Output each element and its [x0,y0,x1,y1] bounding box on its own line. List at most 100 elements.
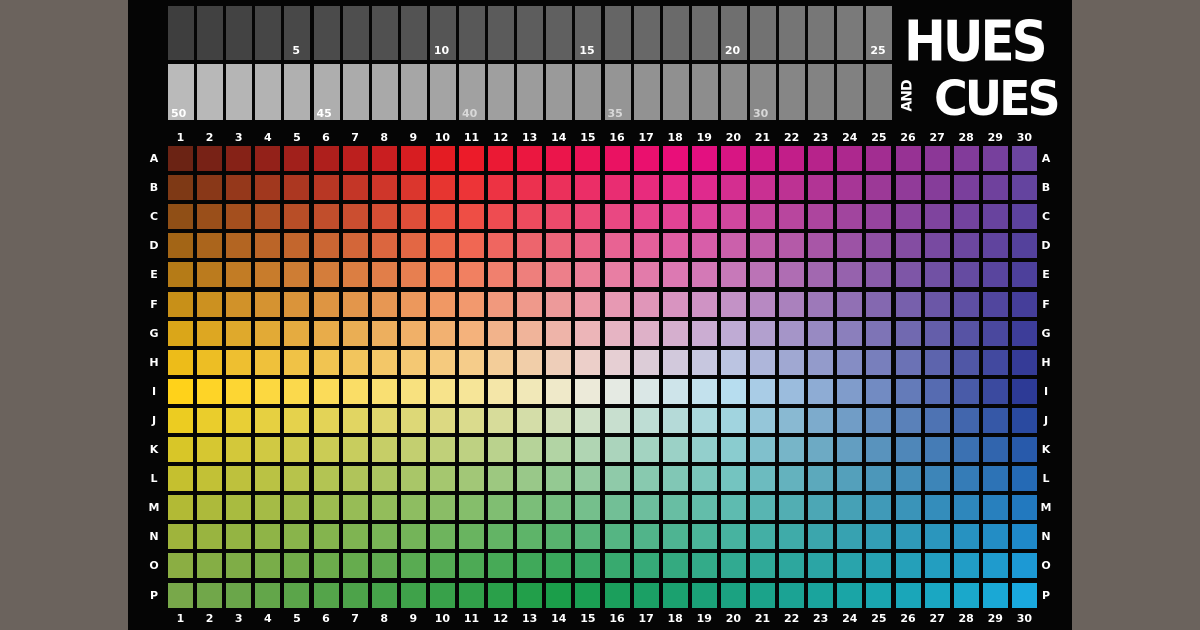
color-cell-I6[interactable] [313,378,339,404]
color-cell-O18[interactable] [662,553,688,579]
color-cell-D4[interactable] [255,233,281,259]
color-cell-H2[interactable] [197,349,223,375]
color-cell-I28[interactable] [953,378,979,404]
color-cell-K8[interactable] [371,437,397,462]
color-cell-J4[interactable] [255,407,281,433]
color-cell-P18[interactable] [662,582,688,608]
color-cell-E9[interactable] [400,262,426,288]
color-cell-J12[interactable] [488,407,514,433]
color-cell-I3[interactable] [226,378,252,404]
color-cell-B3[interactable] [226,175,252,201]
color-cell-P30[interactable] [1011,582,1037,608]
color-cell-M27[interactable] [924,495,950,521]
color-cell-J1[interactable] [168,407,193,433]
color-cell-B23[interactable] [808,175,834,201]
color-cell-E13[interactable] [517,262,543,288]
color-cell-F23[interactable] [808,291,834,317]
color-cell-K4[interactable] [255,437,281,462]
color-cell-A18[interactable] [662,146,688,171]
color-cell-N28[interactable] [953,524,979,550]
color-cell-O20[interactable] [720,553,746,579]
color-cell-E3[interactable] [226,262,252,288]
color-cell-K7[interactable] [342,437,368,462]
color-cell-H4[interactable] [255,349,281,375]
color-cell-C30[interactable] [1011,204,1037,230]
color-cell-L2[interactable] [197,466,223,492]
color-cell-L13[interactable] [517,466,543,492]
color-cell-E29[interactable] [982,262,1008,288]
color-cell-O27[interactable] [924,553,950,579]
color-cell-C3[interactable] [226,204,252,230]
color-cell-D24[interactable] [837,233,863,259]
color-cell-K1[interactable] [168,437,193,462]
color-cell-N16[interactable] [604,524,630,550]
color-cell-N14[interactable] [546,524,572,550]
color-cell-J7[interactable] [342,407,368,433]
color-cell-E27[interactable] [924,262,950,288]
color-cell-A26[interactable] [895,146,921,171]
color-cell-I20[interactable] [720,378,746,404]
color-cell-E24[interactable] [837,262,863,288]
color-cell-L11[interactable] [459,466,484,492]
color-cell-A1[interactable] [168,146,193,171]
color-cell-E21[interactable] [750,262,775,288]
color-cell-M7[interactable] [342,495,368,521]
color-cell-B20[interactable] [720,175,746,201]
color-cell-F26[interactable] [895,291,921,317]
color-cell-M14[interactable] [546,495,572,521]
color-cell-D3[interactable] [226,233,252,259]
color-cell-C16[interactable] [604,204,630,230]
color-cell-D13[interactable] [517,233,543,259]
color-cell-O11[interactable] [459,553,484,579]
color-cell-C24[interactable] [837,204,863,230]
color-cell-B8[interactable] [371,175,397,201]
color-cell-M11[interactable] [459,495,484,521]
color-cell-H18[interactable] [662,349,688,375]
color-cell-F10[interactable] [429,291,455,317]
color-cell-P27[interactable] [924,582,950,608]
color-cell-I19[interactable] [691,378,717,404]
color-cell-M20[interactable] [720,495,746,521]
color-cell-A17[interactable] [633,146,659,171]
color-cell-G14[interactable] [546,320,572,346]
color-cell-O25[interactable] [866,553,892,579]
color-cell-O24[interactable] [837,553,863,579]
color-cell-G24[interactable] [837,320,863,346]
color-cell-G25[interactable] [866,320,892,346]
color-cell-C6[interactable] [313,204,339,230]
color-cell-H27[interactable] [924,349,950,375]
color-cell-G4[interactable] [255,320,281,346]
color-cell-L6[interactable] [313,466,339,492]
color-cell-A27[interactable] [924,146,950,171]
color-cell-I21[interactable] [750,378,775,404]
color-cell-O17[interactable] [633,553,659,579]
color-cell-D1[interactable] [168,233,193,259]
color-cell-N17[interactable] [633,524,659,550]
color-cell-M26[interactable] [895,495,921,521]
color-cell-A24[interactable] [837,146,863,171]
color-cell-D8[interactable] [371,233,397,259]
color-cell-P17[interactable] [633,582,659,608]
color-cell-A21[interactable] [750,146,775,171]
color-cell-B7[interactable] [342,175,368,201]
color-cell-J17[interactable] [633,407,659,433]
color-cell-G17[interactable] [633,320,659,346]
color-cell-B6[interactable] [313,175,339,201]
color-cell-L14[interactable] [546,466,572,492]
color-cell-N13[interactable] [517,524,543,550]
color-cell-G1[interactable] [168,320,193,346]
color-cell-J20[interactable] [720,407,746,433]
color-cell-K20[interactable] [720,437,746,462]
color-cell-P24[interactable] [837,582,863,608]
color-cell-K21[interactable] [750,437,775,462]
color-cell-P9[interactable] [400,582,426,608]
color-cell-L17[interactable] [633,466,659,492]
color-cell-M22[interactable] [779,495,805,521]
color-cell-K26[interactable] [895,437,921,462]
color-cell-H3[interactable] [226,349,252,375]
color-cell-F13[interactable] [517,291,543,317]
color-cell-A14[interactable] [546,146,572,171]
color-cell-M19[interactable] [691,495,717,521]
color-cell-B15[interactable] [575,175,601,201]
color-cell-H6[interactable] [313,349,339,375]
